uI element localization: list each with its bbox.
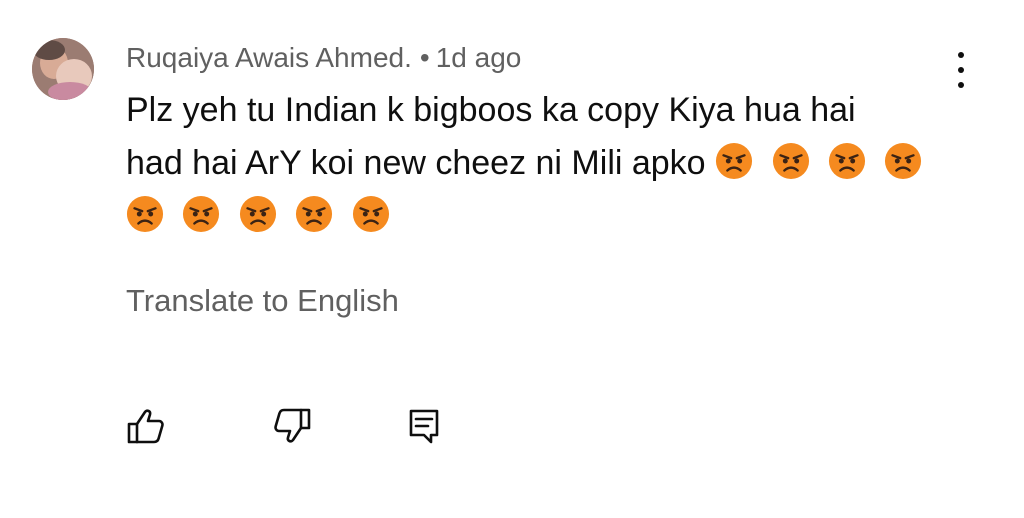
reply-icon — [409, 409, 439, 444]
angry-face-icon — [828, 142, 866, 180]
dislike-button[interactable] — [272, 406, 312, 446]
comment-text-line: had hai ArY koi new cheez ni Mili apko — [126, 137, 966, 190]
more-options-icon[interactable] — [946, 52, 976, 88]
comment-text-segment: had hai ArY koi new cheez ni Mili apko — [126, 144, 706, 182]
angry-face-icon — [352, 195, 389, 233]
angry-face-icon — [885, 142, 922, 180]
angry-face-icon — [126, 195, 164, 233]
angry-face-icon — [183, 195, 220, 233]
comment-thread-item: Ruqaiya Awais Ahmed. • 1d ago Plz yeh tu I… — [0, 0, 1024, 518]
comment-text-line — [126, 190, 966, 243]
avatar[interactable] — [32, 38, 94, 100]
reply-button[interactable] — [404, 406, 444, 446]
angry-face-icon — [772, 142, 809, 180]
angry-face-icon — [296, 195, 333, 233]
comment-text-line: Plz yeh tu Indian k bigboos ka copy Kiya… — [126, 91, 856, 129]
angry-face-icon — [239, 195, 276, 233]
angry-face-icon — [715, 142, 753, 180]
comment-header: Ruqaiya Awais Ahmed. • 1d ago — [126, 41, 521, 75]
emoji-group — [715, 142, 922, 182]
thumbs-up-icon — [127, 409, 164, 444]
comment-text: Plz yeh tu Indian k bigboos ka copy Kiya… — [126, 84, 966, 243]
emoji-group — [126, 195, 390, 235]
translate-link[interactable]: Translate to English — [126, 282, 399, 320]
like-button[interactable] — [126, 406, 166, 446]
more-dot — [958, 52, 964, 58]
author-name[interactable]: Ruqaiya Awais Ahmed. — [126, 42, 412, 73]
thumbs-down-icon — [274, 408, 311, 443]
more-dot — [958, 67, 964, 73]
comment-timestamp: 1d ago — [435, 42, 522, 73]
meta-separator: • — [419, 42, 430, 73]
